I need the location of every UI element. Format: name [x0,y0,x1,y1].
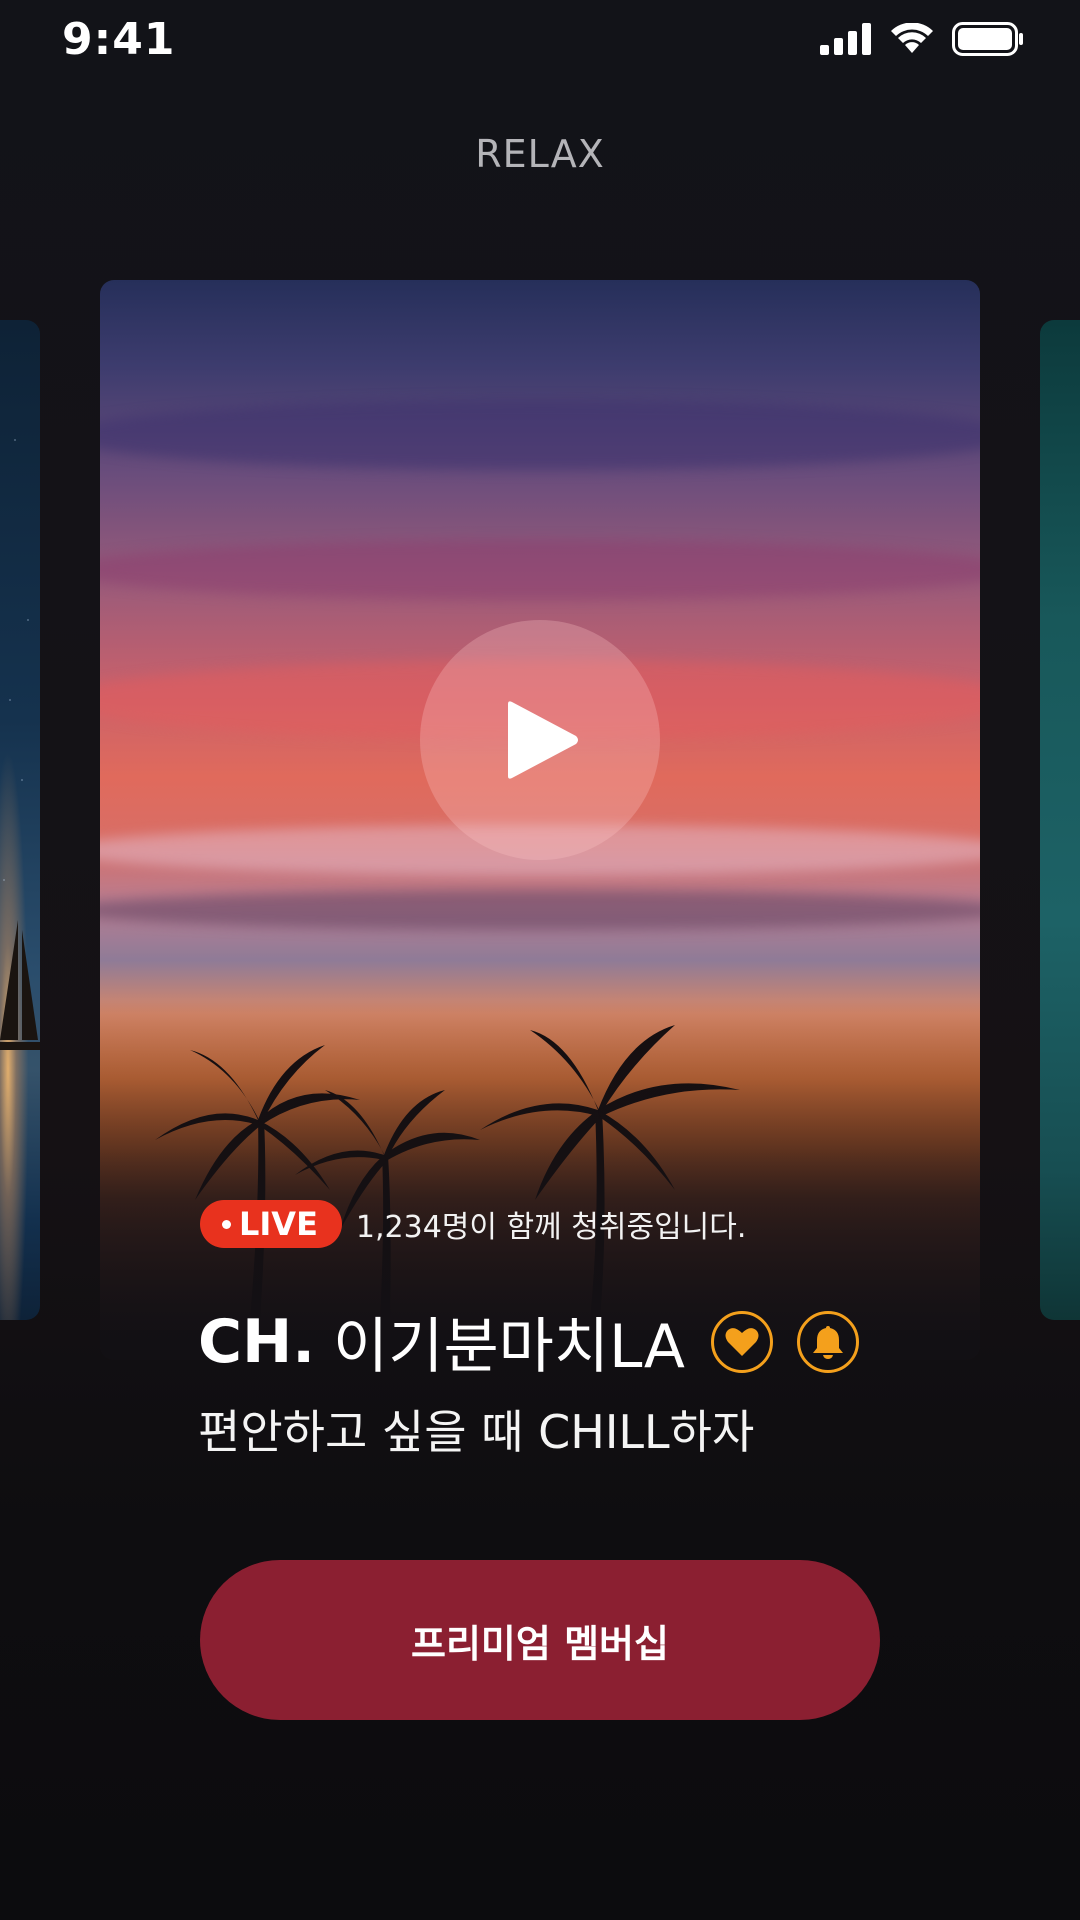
status-icons [820,22,1024,56]
cloud-band [100,540,980,600]
cloud-band [100,890,980,930]
wifi-icon [891,23,933,53]
battery-icon [952,22,1023,56]
like-button[interactable] [710,1310,773,1373]
notification-button[interactable] [796,1310,859,1373]
channel-subtitle: 편안하고 싶을 때 CHILL하자 [198,1405,755,1459]
sailboat-image [0,920,40,1050]
play-button[interactable] [420,620,660,860]
live-badge: LIVE [200,1200,342,1248]
channel-title-row: CH. 이기분마치LA [198,1298,859,1385]
status-bar: 9:41 [0,0,1080,90]
heart-icon [725,1327,759,1356]
cellular-signal-icon [820,23,871,55]
channel-prefix: CH. [198,1306,316,1377]
cloud-band [100,400,980,470]
screen: 9:41 RELAX LIVE 1,234명이 함께 청취중입니다. CH. 이… [0,0,1080,1920]
listener-count: 1,234명이 함께 청취중입니다. [355,1210,747,1245]
next-channel-card[interactable] [1040,320,1080,1320]
premium-membership-button[interactable]: 프리미엄 멤버십 [200,1560,880,1720]
live-dot-icon [222,1219,231,1229]
live-status-row: LIVE 1,234명이 함께 청취중입니다. [200,1200,746,1248]
channel-name: 이기분마치LA [333,1312,685,1382]
play-icon [508,701,578,779]
page-title: RELAX [475,132,605,176]
live-badge-label: LIVE [239,1205,318,1243]
previous-channel-card[interactable] [0,320,40,1320]
bell-icon [812,1325,843,1359]
status-time: 9:41 [62,14,176,65]
